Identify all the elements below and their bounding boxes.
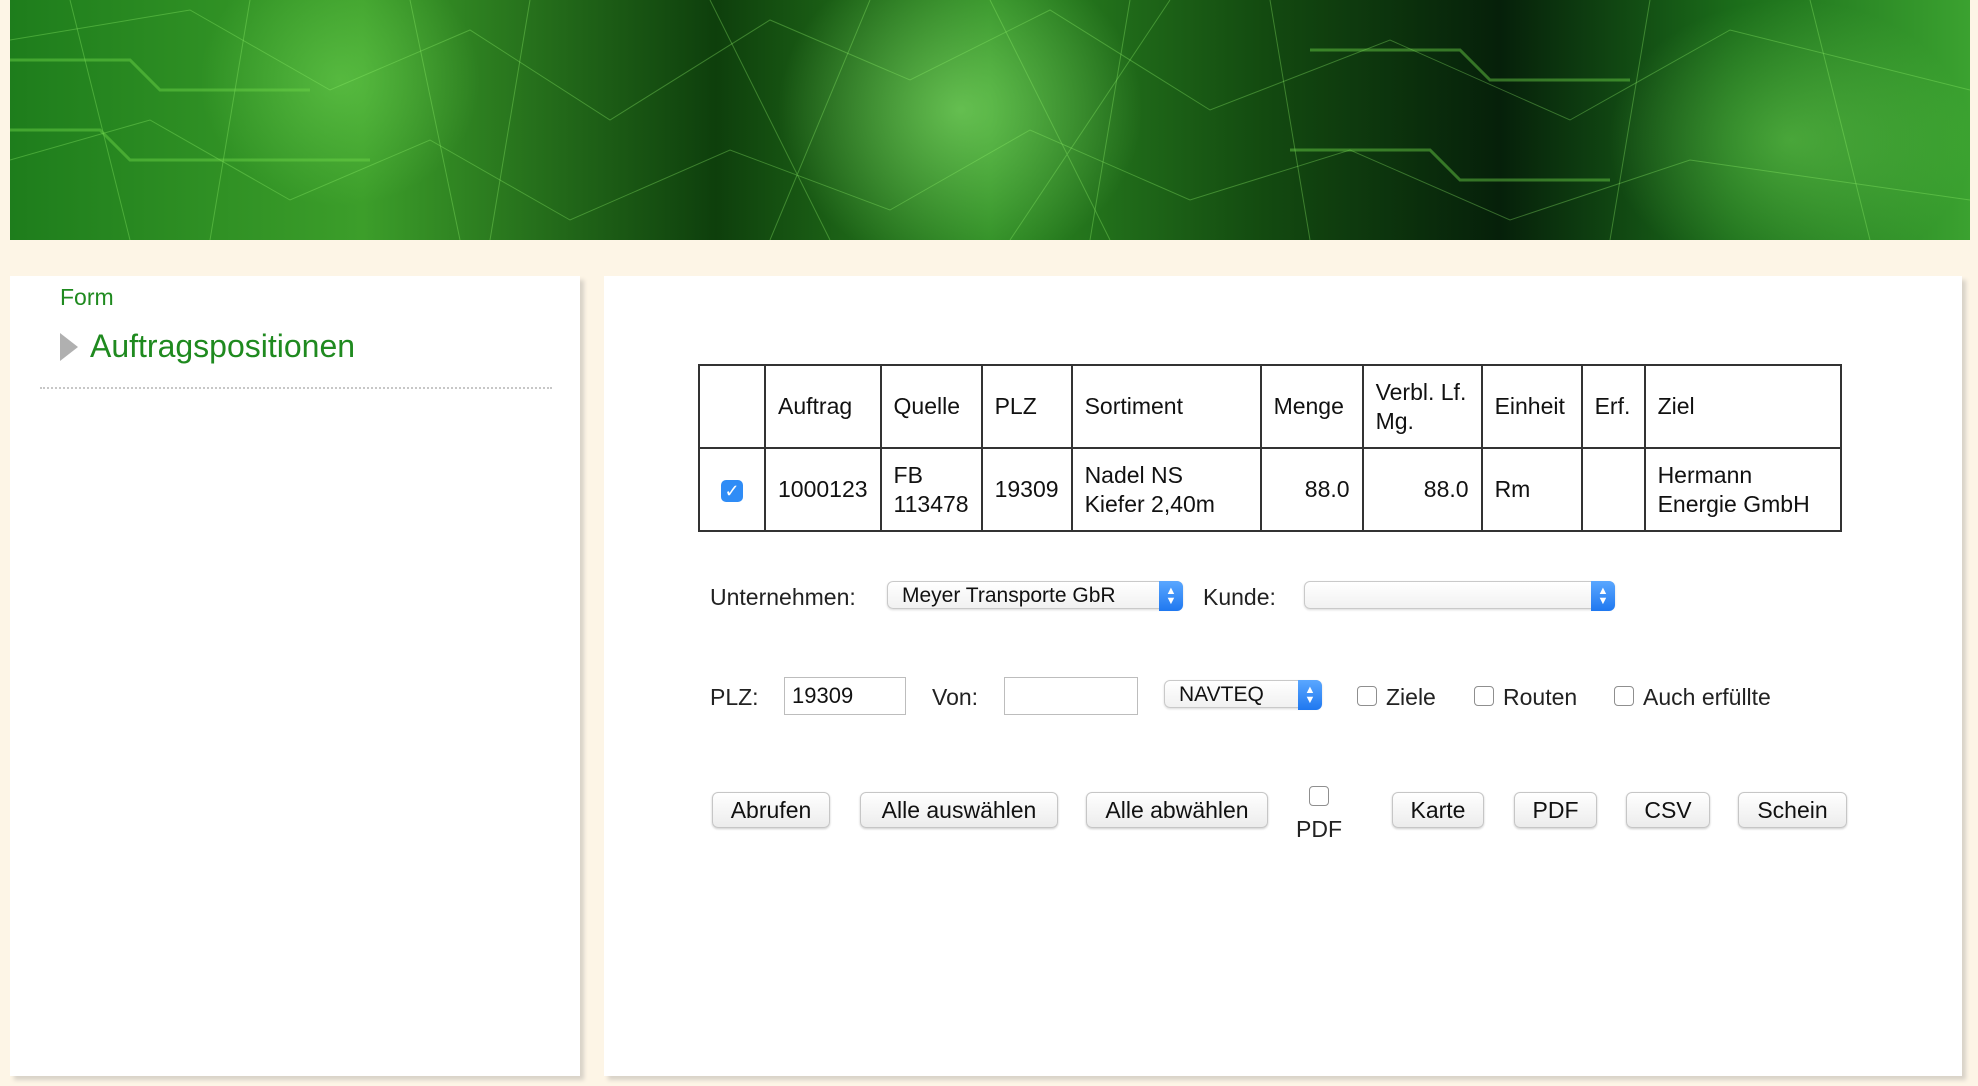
sidebar-item-auftragspositionen[interactable]: Auftragspositionen [60,328,355,365]
plz-input[interactable] [784,677,906,715]
column-header-auftrag: Auftrag [764,364,882,449]
von-input[interactable] [1004,677,1138,715]
cell-erf [1580,447,1646,532]
column-header-erf: Erf. [1580,364,1646,449]
alle-auswaehlen-button[interactable]: Alle auswählen [860,792,1058,828]
cell-sortiment: Nadel NS Kiefer 2,40m [1070,447,1262,532]
sidebar-item-label: Auftragspositionen [90,328,356,364]
column-header-plz: PLZ [980,364,1073,449]
sidebar-divider [40,387,552,389]
abrufen-button[interactable]: Abrufen [712,792,830,828]
provider-select-value: NAVTEQ [1179,683,1264,706]
provider-select[interactable]: NAVTEQ ▲ ▼ [1164,680,1322,710]
sidebar: Form Auftragspositionen [10,276,580,1076]
cell-menge: 88.0 [1259,447,1364,532]
kunde-label: Kunde: [1203,584,1276,610]
column-header-select [698,364,766,449]
unternehmen-select[interactable]: Meyer Transporte GbR ▲ ▼ [887,581,1183,611]
row-select-checkbox[interactable]: ✓ [721,480,743,502]
up-down-arrows-icon: ▲ ▼ [1159,581,1183,611]
unternehmen-label: Unternehmen: [710,584,856,610]
triangle-right-icon [60,332,78,361]
kunde-select[interactable]: ▲ ▼ [1304,581,1615,611]
ziele-label: Ziele [1386,684,1436,710]
column-header-sortiment: Sortiment [1070,364,1262,449]
column-header-quelle: Quelle [879,364,983,449]
cell-ziel: Hermann Energie GmbH [1643,447,1842,532]
column-header-ziel: Ziel [1643,364,1842,449]
cell-verbl: 88.0 [1361,447,1483,532]
orders-table: Auftrag Quelle PLZ Sortiment Menge Verbl… [698,364,1842,532]
header-banner [10,0,1970,240]
column-header-verbl: Verbl. Lf. Mg. [1361,364,1483,449]
cell-einheit: Rm [1480,447,1583,532]
routen-checkbox[interactable] [1474,686,1494,706]
csv-button[interactable]: CSV [1626,792,1710,828]
table-header-row: Auftrag Quelle PLZ Sortiment Menge Verbl… [698,364,1842,449]
auch-erfuellte-label: Auch erfüllte [1643,684,1771,710]
table-row: ✓ 1000123 FB 113478 19309 Nadel NS Kiefe… [698,447,1842,532]
karte-button[interactable]: Karte [1392,792,1484,828]
breadcrumb[interactable]: Form [60,284,114,311]
plz-label: PLZ: [710,684,759,710]
auch-erfuellte-checkbox[interactable] [1614,686,1634,706]
routen-label: Routen [1503,684,1578,710]
schein-button[interactable]: Schein [1738,792,1847,828]
pdf-checkbox-label: PDF [1296,816,1342,842]
alle-abwaehlen-button[interactable]: Alle abwählen [1086,792,1268,828]
checkmark-icon: ✓ [724,481,740,501]
banner-network-graphic [10,0,1970,240]
unternehmen-select-value: Meyer Transporte GbR [902,584,1116,607]
row-select-cell: ✓ [698,447,766,532]
column-header-menge: Menge [1259,364,1364,449]
up-down-arrows-icon: ▲ ▼ [1591,581,1615,611]
cell-plz: 19309 [980,447,1073,532]
ziele-checkbox[interactable] [1357,686,1377,706]
up-down-arrows-icon: ▲ ▼ [1298,680,1322,710]
pdf-button[interactable]: PDF [1514,792,1597,828]
cell-quelle: FB 113478 [879,447,983,532]
cell-auftrag: 1000123 [764,447,882,532]
main-panel: Auftrag Quelle PLZ Sortiment Menge Verbl… [604,276,1962,1076]
von-label: Von: [932,684,979,710]
column-header-einheit: Einheit [1480,364,1583,449]
pdf-checkbox[interactable] [1309,786,1329,806]
